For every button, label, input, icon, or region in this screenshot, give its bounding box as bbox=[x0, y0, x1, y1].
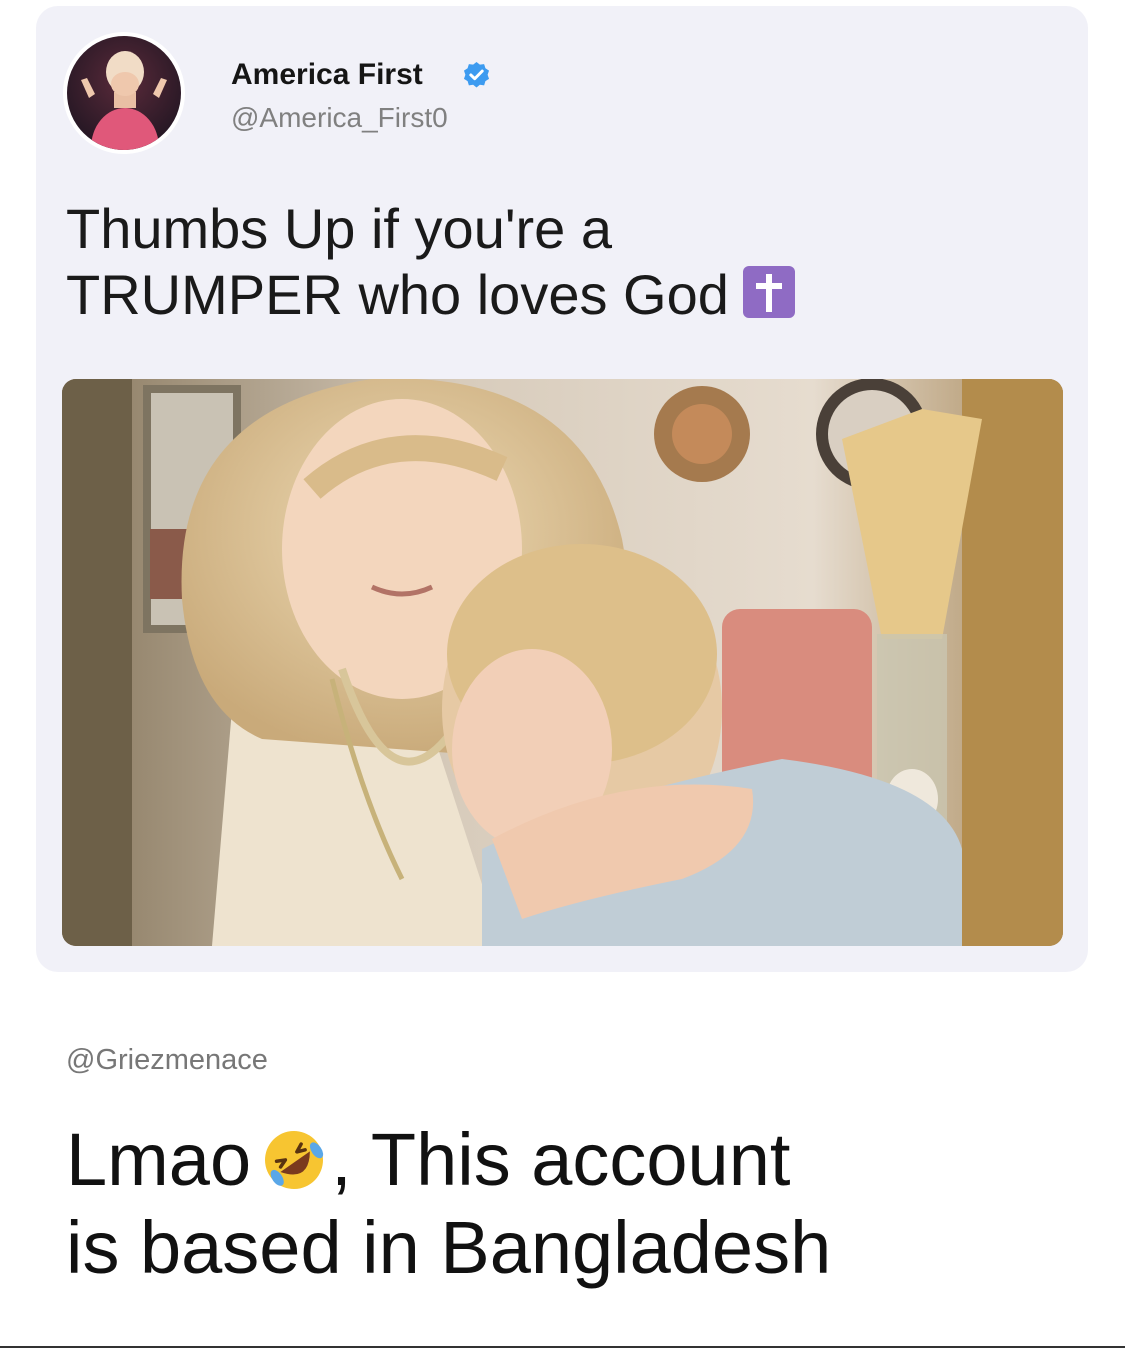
tweet-text-line1: Thumbs Up if you're a bbox=[66, 197, 613, 260]
author-name[interactable]: America First bbox=[231, 57, 423, 93]
reply-text-suffix: , This account bbox=[331, 1118, 791, 1201]
reply-text-prefix: Lmao bbox=[66, 1118, 252, 1201]
tweet-photo[interactable] bbox=[62, 379, 1063, 946]
verified-badge-icon bbox=[463, 61, 490, 88]
reply-text: Lmao , This account is based in Banglades… bbox=[66, 1116, 831, 1292]
woman-avatar-icon bbox=[67, 36, 181, 150]
tweet-text: Thumbs Up if you're a TRUMPER who loves … bbox=[66, 196, 1066, 328]
woman-hugging-child-photo-icon bbox=[62, 379, 1063, 946]
tweet-text-line2: TRUMPER who loves God bbox=[66, 263, 729, 326]
rolling-on-floor-laughing-icon bbox=[259, 1125, 329, 1195]
reply-text-line2: is based in Bangladesh bbox=[66, 1206, 832, 1289]
latin-cross-icon bbox=[742, 266, 795, 318]
avatar[interactable] bbox=[63, 32, 185, 154]
tweet-text-line2-wrap: TRUMPER who loves God bbox=[66, 262, 1066, 328]
bottom-divider bbox=[0, 1346, 1125, 1348]
reply-handle[interactable]: @Griezmenace bbox=[66, 1042, 268, 1078]
author-handle[interactable]: @America_First0 bbox=[231, 101, 448, 135]
reply-text-line1: Lmao , This account bbox=[66, 1116, 831, 1204]
